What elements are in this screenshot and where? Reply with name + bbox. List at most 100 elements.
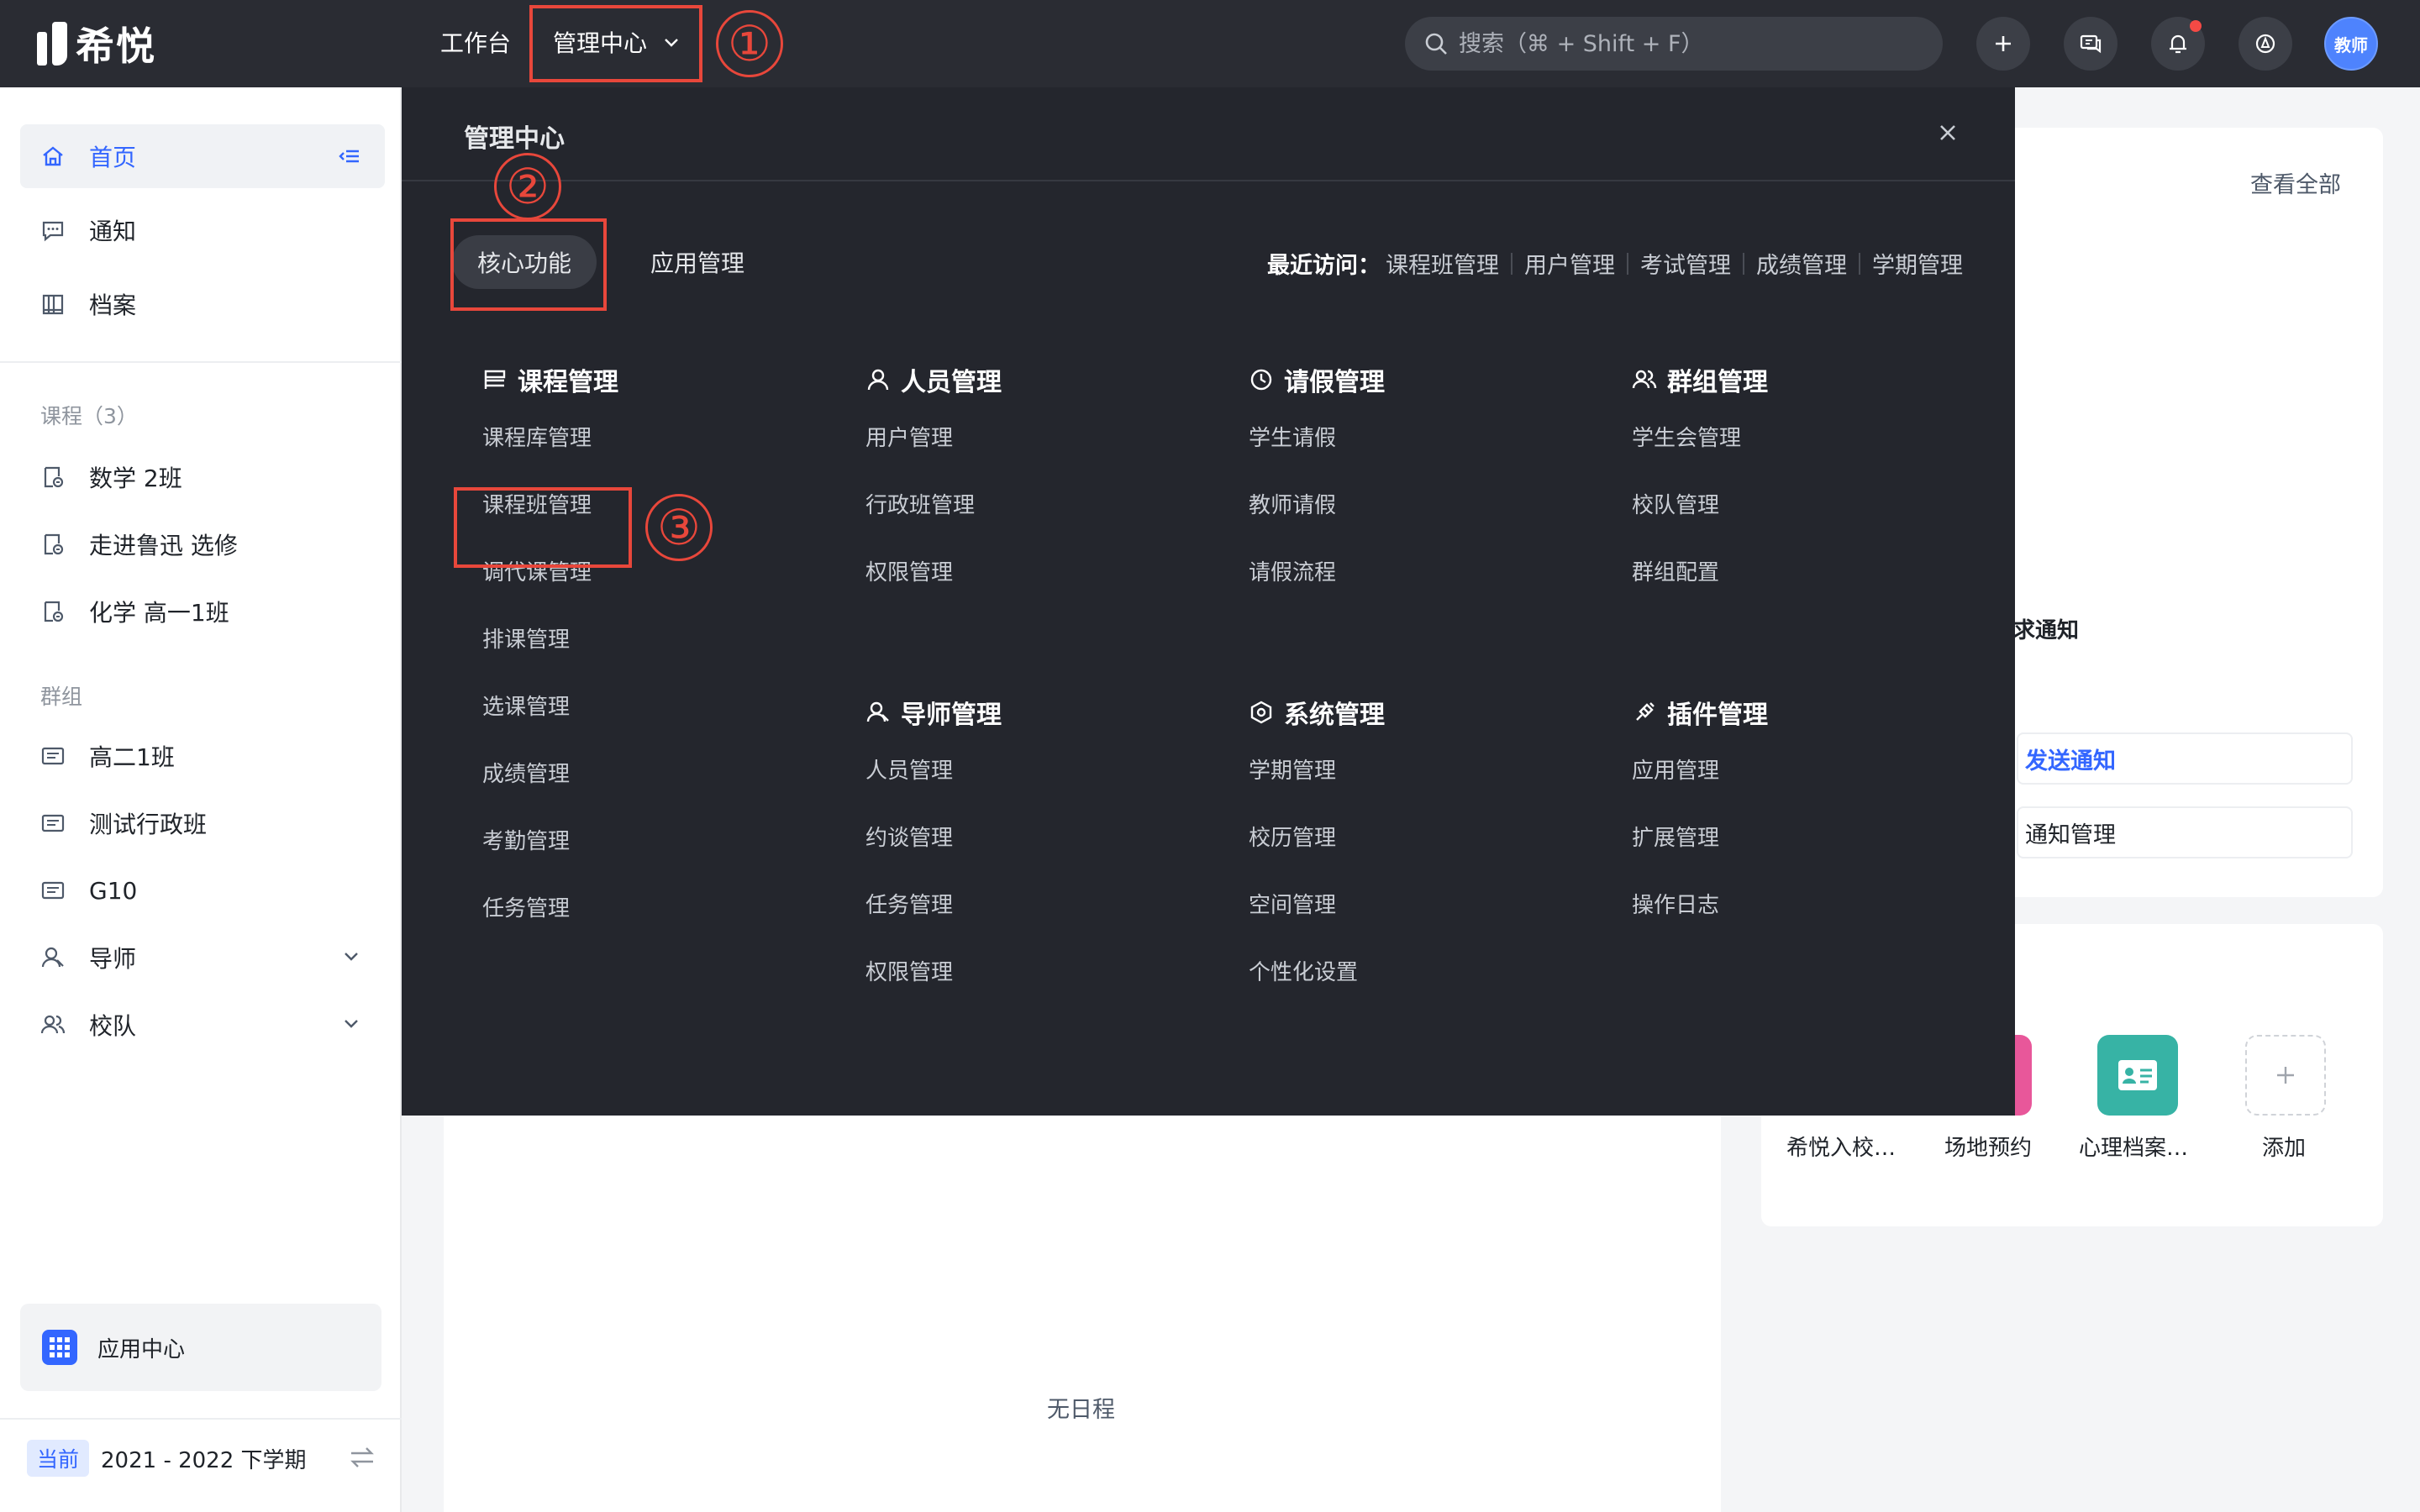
profile-settings-button[interactable]	[2238, 17, 2292, 71]
sidebar-item-notice[interactable]: 通知	[20, 198, 385, 262]
annotation-box-admin-center	[529, 5, 702, 82]
sidebar-item-label: 化学 高一1班	[89, 599, 229, 627]
menu-item[interactable]: 成绩管理	[482, 758, 835, 825]
sidebar-item-mentor[interactable]: 导师	[20, 926, 385, 990]
app-label: 场地预约	[1944, 1136, 2033, 1161]
menu-divider	[402, 180, 2015, 181]
term-tag: 当前	[27, 1440, 90, 1477]
menu-item[interactable]: 人员管理	[865, 754, 1218, 822]
recent-link[interactable]: 用户管理	[1524, 247, 1615, 280]
logo[interactable]: 希悦	[37, 20, 156, 69]
class-card-icon	[41, 814, 65, 832]
unread-dot	[2190, 20, 2202, 32]
menu-group-mentor: 导师管理 人员管理 约谈管理 任务管理 权限管理	[865, 694, 1218, 1023]
course-book-icon	[44, 601, 64, 622]
notice-manage-button[interactable]: 通知管理	[2017, 806, 2353, 858]
send-notice-button[interactable]: 发送通知	[2017, 732, 2353, 785]
menu-item[interactable]: 应用管理	[1632, 754, 1985, 822]
menu-title: 管理中心	[464, 124, 565, 154]
menu-item[interactable]: 任务管理	[865, 889, 1218, 956]
menu-item[interactable]: 用户管理	[865, 422, 1218, 489]
notification-button[interactable]	[2151, 17, 2205, 71]
sidebar-item-archive[interactable]: 档案	[20, 272, 385, 336]
sidebar-item-home[interactable]: 首页	[20, 124, 385, 188]
collapse-sidebar-icon[interactable]	[338, 144, 361, 168]
sidebar-item-label: 首页	[89, 144, 137, 171]
course-book-icon	[44, 466, 64, 488]
menu-item[interactable]: 群组配置	[1632, 556, 1985, 623]
menu-item[interactable]: 学生会管理	[1632, 422, 1985, 489]
menu-item[interactable]: 选课管理	[482, 690, 835, 758]
message-icon	[42, 221, 64, 242]
course-icon	[484, 370, 506, 389]
menu-group-course: 课程管理 课程库管理 课程班管理 调代课管理 排课管理 选课管理 成绩管理 考勤…	[482, 361, 835, 959]
menu-item[interactable]: 行政班管理	[865, 489, 1218, 556]
nav-workbench[interactable]: 工作台	[440, 25, 511, 59]
sidebar-item-label: 校队	[89, 1012, 137, 1040]
view-all-link[interactable]: 查看全部	[2250, 166, 2341, 199]
recent-link[interactable]: 成绩管理	[1756, 247, 1847, 280]
group-heading: 群组管理	[1632, 361, 1985, 398]
tab-app-management[interactable]: 应用管理	[650, 235, 744, 289]
sidebar-group-item[interactable]: 高二1班	[20, 724, 385, 788]
menu-group-groups: 群组管理 学生会管理 校队管理 群组配置	[1632, 361, 1985, 623]
plus-icon	[1996, 36, 2011, 51]
sidebar-item-label: 高二1班	[89, 743, 175, 771]
recent-link[interactable]: 考试管理	[1640, 247, 1731, 280]
sidebar-group-item[interactable]: G10	[20, 858, 385, 922]
app-center-button[interactable]: 应用中心	[20, 1304, 381, 1391]
menu-item[interactable]: 个性化设置	[1249, 956, 1602, 1023]
system-icon	[1250, 701, 1272, 724]
menu-item[interactable]: 空间管理	[1249, 889, 1602, 956]
switch-term-icon[interactable]	[348, 1445, 376, 1470]
menu-item[interactable]: 考勤管理	[482, 825, 835, 892]
chat-button[interactable]	[2064, 17, 2118, 71]
menu-item[interactable]: 校历管理	[1249, 822, 1602, 889]
menu-item[interactable]: 约谈管理	[865, 822, 1218, 889]
sidebar-item-label: 通知	[89, 218, 137, 245]
recent-link[interactable]: 学期管理	[1872, 247, 1963, 280]
sidebar: 首页 通知 档案 课程（3） 数学 2班 走进鲁迅 选修 化学 高一1班 群组 …	[0, 87, 402, 1512]
avatar[interactable]: 教师	[2324, 17, 2378, 71]
id-card-icon	[2118, 1060, 2157, 1090]
sidebar-item-team[interactable]: 校队	[20, 993, 385, 1057]
menu-group-people: 人员管理 用户管理 行政班管理 权限管理	[865, 361, 1218, 623]
menu-item[interactable]: 排课管理	[482, 623, 835, 690]
course-book-icon	[44, 533, 64, 555]
menu-item[interactable]: 学期管理	[1249, 754, 1602, 822]
group-heading: 课程管理	[482, 361, 835, 398]
menu-item[interactable]: 学生请假	[1249, 422, 1602, 489]
mentor-icon	[866, 701, 889, 722]
plus-icon	[2277, 1067, 2294, 1084]
add-button[interactable]	[1976, 17, 2030, 71]
no-schedule-text: 无日程	[1047, 1397, 1115, 1423]
menu-group-system: 系统管理 学期管理 校历管理 空间管理 个性化设置	[1249, 694, 1602, 1023]
recent-link[interactable]: 课程班管理	[1386, 247, 1499, 280]
close-button[interactable]	[1931, 116, 1965, 150]
add-app-button[interactable]	[2245, 1035, 2326, 1116]
chevron-down-icon	[345, 953, 358, 961]
menu-item[interactable]: 扩展管理	[1632, 822, 1985, 889]
annotation-number: ①	[716, 10, 783, 77]
search-box[interactable]	[1405, 17, 1943, 71]
term-selector[interactable]: 当前 2021 - 2022 下学期	[27, 1440, 307, 1477]
menu-item[interactable]: 教师请假	[1249, 489, 1602, 556]
psych-archive-app-icon[interactable]	[2097, 1035, 2178, 1116]
menu-item[interactable]: 校队管理	[1632, 489, 1985, 556]
sidebar-item-label: 导师	[89, 945, 137, 973]
app-center-label: 应用中心	[97, 1336, 186, 1362]
app-label: 心理档案…	[2079, 1136, 2189, 1161]
sidebar-group-item[interactable]: 测试行政班	[20, 791, 385, 855]
menu-item[interactable]: 请假流程	[1249, 556, 1602, 623]
menu-item[interactable]: 课程库管理	[482, 422, 835, 489]
menu-item[interactable]: 权限管理	[865, 556, 1218, 623]
sidebar-course-item[interactable]: 化学 高一1班	[20, 580, 385, 643]
menu-item[interactable]: 权限管理	[865, 956, 1218, 1023]
sidebar-course-item[interactable]: 走进鲁迅 选修	[20, 512, 385, 576]
menu-item[interactable]: 操作日志	[1632, 889, 1985, 956]
group-heading: 导师管理	[865, 694, 1218, 731]
search-input[interactable]	[1459, 30, 1912, 57]
sidebar-course-item[interactable]: 数学 2班	[20, 445, 385, 509]
courses-heading: 课程（3）	[40, 404, 138, 428]
menu-item[interactable]: 任务管理	[482, 892, 835, 959]
